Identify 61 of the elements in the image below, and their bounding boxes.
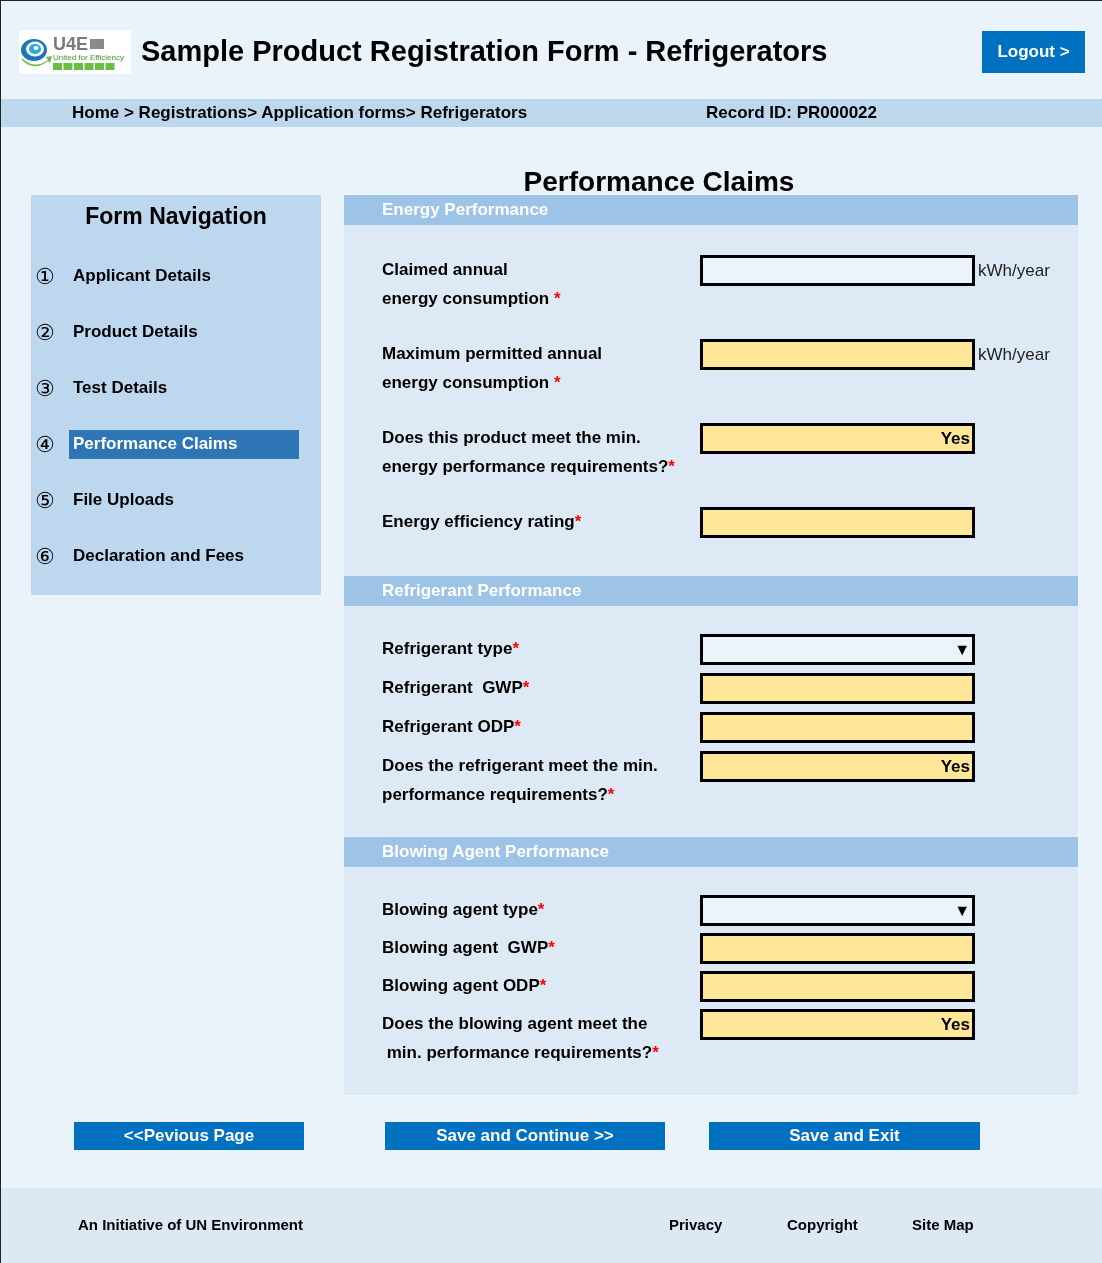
field-label: Refrigerant GWP* [382, 677, 531, 699]
input-field[interactable]: Yes [700, 423, 975, 454]
field-label: Energy efficiency rating* [382, 511, 583, 533]
nav-item[interactable]: Declaration and Fees [69, 541, 299, 571]
field-label: performance requirements?* [382, 784, 616, 806]
input-field[interactable] [700, 712, 975, 743]
field-label: Refrigerant ODP* [382, 716, 522, 738]
section-header: Energy Performance [344, 195, 1078, 225]
section-header: Refrigerant Performance [344, 576, 1078, 606]
nav-button[interactable]: Save and Continue >> [385, 1122, 665, 1150]
input-field[interactable] [700, 255, 975, 286]
step-number: ③ [35, 374, 56, 403]
footer-link[interactable]: Copyright [787, 1214, 912, 1237]
field-label: Does this product meet the min. [382, 427, 642, 449]
footer-text: An Initiative of UN Environment [78, 1215, 304, 1236]
field-label: Claimed annual [382, 259, 509, 281]
dropdown-field[interactable]: ▼ [700, 634, 975, 665]
step-number: ⑤ [35, 486, 56, 515]
step-number: ④ [35, 430, 56, 459]
field-label: Does the refrigerant meet the min. [382, 755, 659, 777]
nav-item[interactable]: Product Details [69, 317, 299, 347]
category-icons [53, 62, 115, 70]
field-label: Blowing agent GWP* [382, 937, 556, 959]
input-field[interactable] [700, 971, 975, 1002]
logo-tagline: United for Efficiency [53, 52, 124, 62]
section-header: Blowing Agent Performance [344, 837, 1078, 867]
nav-item[interactable]: File Uploads [69, 485, 299, 515]
navigation-title: Form Navigation [84, 202, 268, 231]
footer-link[interactable]: Site Map [912, 1214, 974, 1237]
field-label: energy performance requirements?* [382, 456, 676, 478]
form-title: Sample Product Registration Form - Refrigerators [141, 34, 828, 70]
input-field[interactable] [700, 933, 975, 964]
step-number: ① [35, 262, 56, 291]
field-label: Blowing agent ODP* [382, 975, 548, 997]
input-field[interactable] [700, 339, 975, 370]
footer-link[interactable]: Privacy [669, 1214, 787, 1237]
dropdown-field[interactable]: ▼ [700, 895, 975, 926]
nav-button[interactable]: <<Pevious Page [74, 1122, 304, 1150]
field-label: Does the blowing agent meet the [382, 1013, 649, 1035]
input-field[interactable]: Yes [700, 751, 975, 782]
breadcrumb: Home > Registrations> Application forms> Refrigerators [72, 102, 529, 125]
logo-mark: U4E [53, 34, 88, 53]
field-label: energy consumption * [382, 372, 562, 394]
field-label: Maximum permitted annual [382, 343, 604, 365]
input-field[interactable] [700, 507, 975, 538]
step-number: ⑥ [35, 542, 56, 571]
nav-item[interactable]: Applicant Details [69, 261, 299, 291]
input-field[interactable] [700, 673, 975, 704]
field-label: Blowing agent type* [382, 899, 546, 921]
nav-item[interactable]: Performance Claims [69, 429, 299, 459]
unit-label: kWh/year [978, 344, 1050, 366]
field-label: Refrigerant type* [382, 638, 520, 660]
logout-button[interactable]: Logout > [982, 31, 1085, 73]
unit-label: kWh/year [978, 260, 1050, 282]
step-number: ② [35, 318, 56, 347]
nav-item[interactable]: Test Details [69, 373, 299, 403]
nav-button[interactable]: Save and Exit [709, 1122, 980, 1150]
field-label: min. performance requirements?* [385, 1042, 660, 1064]
record-id: Record ID: PR000022 [706, 102, 878, 125]
input-field[interactable]: Yes [700, 1009, 975, 1040]
field-label: energy consumption * [382, 288, 562, 310]
